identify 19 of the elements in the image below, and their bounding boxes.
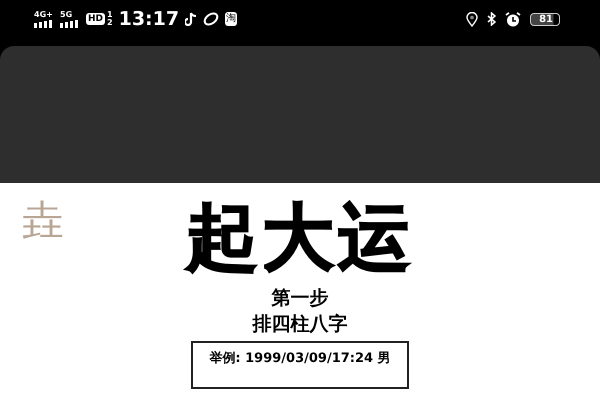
- example-text: 举例: 1999/03/09/17:24 男: [209, 351, 391, 366]
- network-label: 4G+: [34, 10, 53, 19]
- hd-badge: HD: [86, 13, 106, 25]
- step-subtitle: 排四柱八字: [252, 312, 348, 337]
- step-heading: 第一步: [272, 286, 328, 311]
- page-title: 起大运: [186, 193, 414, 281]
- clock-time: 13:17: [118, 8, 180, 30]
- side-character: 垚: [22, 195, 64, 247]
- signal-icon: [34, 20, 54, 28]
- music-note-icon: [185, 12, 198, 26]
- app-badge: 淘: [225, 12, 238, 26]
- network-label: 5G: [60, 10, 72, 19]
- battery-indicator: 81: [530, 12, 560, 26]
- signal-icon: [60, 20, 80, 28]
- sim-number: 1: [107, 11, 113, 19]
- alarm-icon: [505, 12, 522, 26]
- bluetooth-icon: [487, 12, 496, 26]
- sim-number: 2: [107, 19, 113, 27]
- location-icon: [466, 12, 478, 26]
